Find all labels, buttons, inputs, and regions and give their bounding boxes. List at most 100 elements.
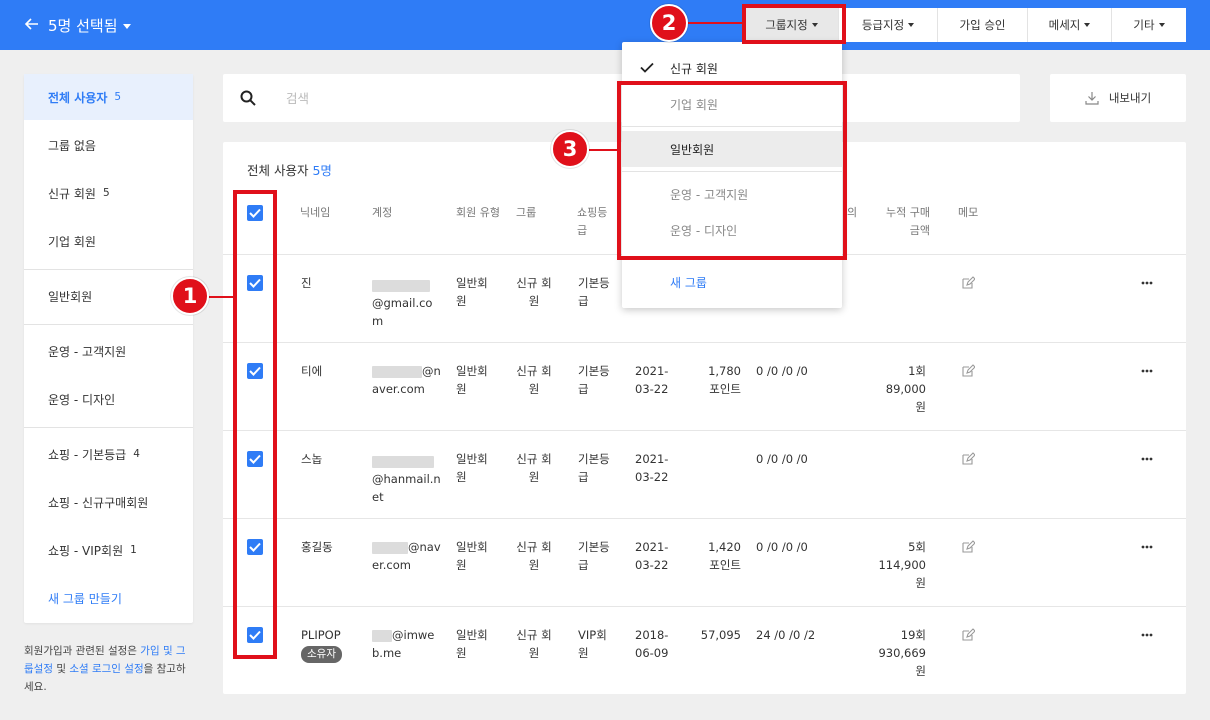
group-cell: 신규 회원	[516, 364, 552, 396]
row-checkbox[interactable]	[247, 363, 263, 379]
dropdown-item-general-members[interactable]: 일반회원	[622, 131, 842, 167]
sidebar-item-ops-support[interactable]: 운영 - 고객지원	[24, 328, 193, 374]
sidebar: 전체 사용자 5 그룹 없음 신규 회원 5 기업 회원 일반회원 운영 - 고객지…	[24, 74, 193, 623]
sidebar-item-no-group[interactable]: 그룹 없음	[24, 122, 193, 168]
caret-down-icon	[1158, 23, 1165, 27]
table-title: 전체 사용자 5명	[247, 163, 332, 178]
dropdown-new-group[interactable]: 새 그룹	[622, 264, 842, 300]
more-options-icon[interactable]	[1140, 280, 1154, 286]
grade-cell: 기본등급	[578, 452, 610, 484]
selection-title[interactable]: 5명 선택됨	[48, 15, 131, 36]
group-cell: 신규 회원	[516, 276, 552, 308]
sidebar-item-new-members[interactable]: 신규 회원 5	[24, 170, 193, 216]
sidebar-item-ops-design[interactable]: 운영 - 디자인	[24, 376, 193, 422]
annotation-line	[209, 296, 234, 298]
divider	[622, 259, 842, 260]
row-divider	[223, 606, 1186, 607]
divider	[24, 427, 193, 428]
dropdown-item-ops-design[interactable]: 운영 - 디자인	[622, 212, 842, 248]
nickname-cell[interactable]: PLIPOP 소유자	[301, 626, 342, 663]
search-icon	[240, 90, 256, 106]
account-cell: @imweb.me	[372, 628, 435, 660]
new-group-link[interactable]: 새 그룹 만들기	[24, 575, 193, 621]
divider	[622, 126, 842, 127]
sidebar-item-business-members[interactable]: 기업 회원	[24, 218, 193, 264]
header-member-type[interactable]: 회원 유형	[456, 204, 500, 222]
more-actions-button[interactable]: 기타	[1112, 8, 1186, 42]
edit-memo-icon[interactable]	[961, 628, 975, 642]
member-type-cell: 일반회원	[456, 364, 488, 396]
counts-cell: 24 /0 /0 /2	[756, 628, 816, 642]
message-button[interactable]: 메세지	[1028, 8, 1112, 42]
header-nickname[interactable]: 닉네임	[300, 204, 330, 222]
points-cell: 1,420 포인트	[708, 540, 741, 572]
annotation-badge-3: 3	[551, 130, 589, 168]
download-icon	[1085, 92, 1099, 105]
more-options-icon[interactable]	[1140, 544, 1154, 550]
row-divider	[223, 518, 1186, 519]
edit-memo-icon[interactable]	[961, 276, 975, 290]
member-type-cell: 일반회원	[456, 540, 488, 572]
approve-signup-button[interactable]: 가입 승인	[938, 8, 1028, 42]
assign-group-button[interactable]: 그룹지정	[745, 8, 839, 42]
sidebar-item-shop-new-buyer[interactable]: 쇼핑 - 신규구매회원	[24, 479, 193, 525]
divider	[24, 324, 193, 325]
member-type-cell: 일반회원	[456, 628, 488, 660]
member-type-cell: 일반회원	[456, 452, 488, 484]
nickname-cell[interactable]: 티에	[301, 362, 322, 380]
date-cell: 2021-03-22	[635, 364, 669, 396]
purchase-cell: 5회 114,900 원	[878, 540, 926, 590]
member-type-cell: 일반회원	[456, 276, 488, 308]
export-button[interactable]: 내보내기	[1050, 74, 1186, 122]
edit-memo-icon[interactable]	[961, 452, 975, 466]
sidebar-item-shop-basic[interactable]: 쇼핑 - 기본등급 4	[24, 431, 193, 477]
nickname-cell[interactable]: 홍길동	[301, 538, 333, 556]
checkmark-icon	[640, 62, 654, 73]
header-shopping-grade[interactable]: 쇼핑등급	[577, 204, 611, 240]
nickname-cell[interactable]: 스놉	[301, 450, 322, 468]
counts-cell: 0 /0 /0 /0	[756, 364, 808, 378]
dropdown-item-new-members[interactable]: 신규 회원	[622, 50, 842, 86]
assign-group-dropdown: 신규 회원 기업 회원 일반회원 운영 - 고객지원 운영 - 디자인 새 그룹	[622, 42, 842, 308]
row-checkbox[interactable]	[247, 451, 263, 467]
caret-down-icon	[811, 23, 818, 27]
group-cell: 신규 회원	[516, 540, 552, 572]
sidebar-item-all-users[interactable]: 전체 사용자 5	[24, 74, 193, 120]
annotation-badge-2: 2	[650, 4, 688, 42]
arrow-left-icon[interactable]	[24, 15, 40, 33]
social-login-settings-link[interactable]: 소셜 로그인 설정	[69, 663, 143, 675]
row-checkbox[interactable]	[247, 275, 263, 291]
assign-grade-button[interactable]: 등급지정	[839, 8, 938, 42]
group-cell: 신규 회원	[516, 628, 552, 660]
points-cell: 1,780 포인트	[708, 364, 741, 396]
search-input[interactable]	[286, 88, 586, 108]
row-checkbox[interactable]	[247, 539, 263, 555]
more-options-icon[interactable]	[1140, 368, 1154, 374]
counts-cell: 0 /0 /0 /0	[756, 540, 808, 554]
grade-cell: 기본등급	[578, 276, 610, 308]
more-options-icon[interactable]	[1140, 456, 1154, 462]
sidebar-item-general-members[interactable]: 일반회원	[24, 273, 193, 319]
select-all-checkbox[interactable]	[247, 205, 263, 221]
date-cell: 2021-03-22	[635, 452, 669, 484]
dropdown-item-ops-support[interactable]: 운영 - 고객지원	[622, 176, 842, 212]
edit-memo-icon[interactable]	[961, 364, 975, 378]
edit-memo-icon[interactable]	[961, 540, 975, 554]
annotation-badge-1: 1	[171, 277, 209, 315]
header-account[interactable]: 계정	[372, 204, 392, 222]
dropdown-item-business-members[interactable]: 기업 회원	[622, 86, 842, 122]
row-checkbox[interactable]	[247, 627, 263, 643]
sidebar-item-shop-vip[interactable]: 쇼핑 - VIP회원 1	[24, 527, 193, 573]
purchase-cell: 19회 930,669 원	[878, 628, 926, 678]
divider	[24, 269, 193, 270]
account-cell: @gmail.com	[372, 276, 436, 330]
more-options-icon[interactable]	[1140, 632, 1154, 638]
divider	[622, 171, 842, 172]
caret-down-icon	[908, 23, 915, 27]
date-cell: 2021-03-22	[635, 540, 669, 572]
row-divider	[223, 342, 1186, 343]
header-cut-off: 의	[847, 206, 858, 219]
nickname-cell[interactable]: 진	[301, 274, 312, 292]
header-group[interactable]: 그룹	[516, 204, 536, 222]
header-total-purchase[interactable]: 누적 구매 금액	[874, 204, 930, 240]
